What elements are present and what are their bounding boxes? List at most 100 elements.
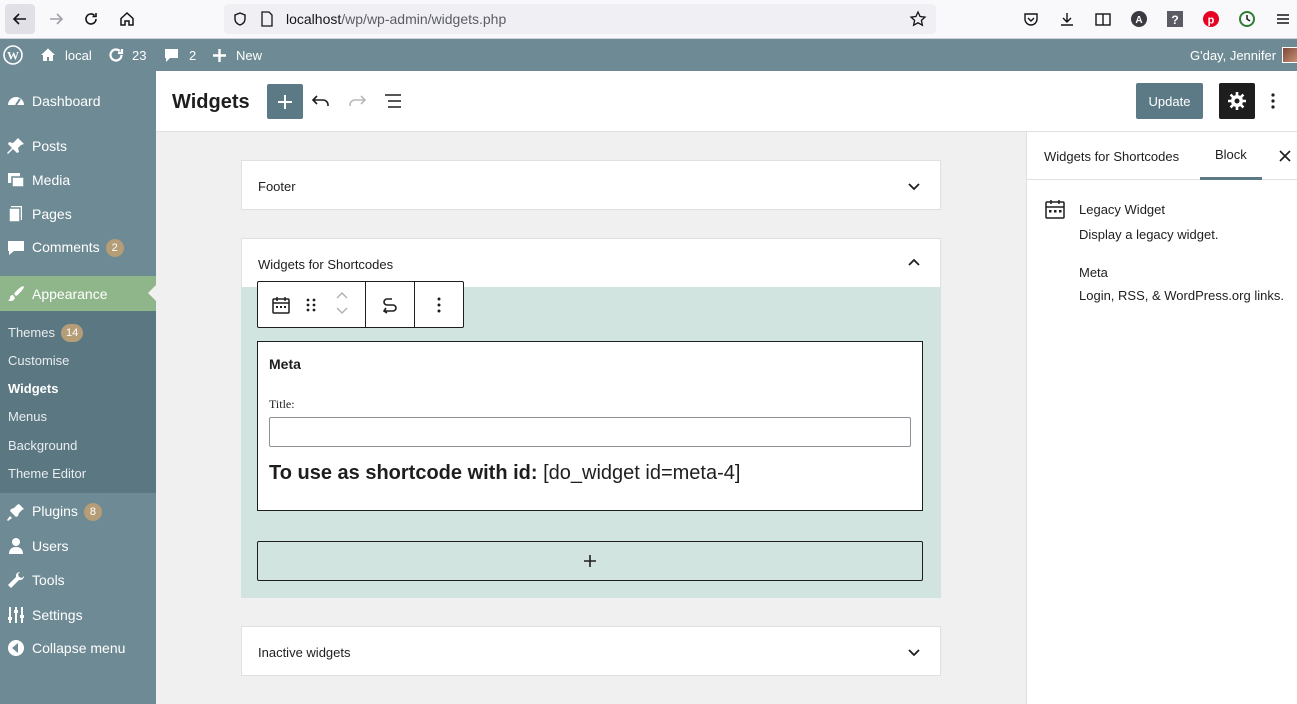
- move-up-button[interactable]: [330, 287, 354, 303]
- plugins-count-badge: 8: [83, 503, 102, 521]
- tab-widget-area[interactable]: Widgets for Shortcodes: [1044, 132, 1179, 180]
- block-options-button[interactable]: [427, 293, 451, 317]
- vertical-ellipsis-icon: [437, 297, 441, 313]
- widget-area-inactive[interactable]: Inactive widgets: [241, 626, 941, 676]
- add-block-button[interactable]: [257, 541, 923, 581]
- reload-button[interactable]: [76, 4, 106, 34]
- add-block-toggle-button[interactable]: [267, 84, 303, 119]
- sidebar-item-settings[interactable]: Settings: [0, 598, 156, 632]
- sidebar-item-plugins[interactable]: Plugins 8: [0, 495, 156, 529]
- chevron-down-icon[interactable]: [906, 644, 922, 660]
- pin-icon: [6, 136, 26, 156]
- reader-view-icon[interactable]: [1092, 8, 1114, 30]
- address-bar[interactable]: localhost/wp/wp-admin/widgets.php: [224, 4, 936, 34]
- comment-icon: [6, 238, 26, 258]
- submenu-item-theme-editor[interactable]: Theme Editor: [8, 466, 86, 481]
- list-view-icon: [385, 94, 401, 108]
- collapse-icon: [6, 638, 26, 658]
- back-button[interactable]: [5, 4, 35, 34]
- page-title: Widgets: [172, 91, 250, 113]
- arrow-right-icon: [50, 13, 64, 25]
- dashboard-icon: [6, 91, 26, 111]
- widget-area-footer[interactable]: Footer: [241, 160, 941, 210]
- url-text: localhost/wp/wp-admin/widgets.php: [286, 11, 507, 27]
- sidebar-item-appearance[interactable]: Appearance: [0, 276, 156, 312]
- svg-text:?: ?: [1171, 13, 1178, 27]
- move-down-button[interactable]: [330, 303, 354, 319]
- submenu-item-background[interactable]: Background: [8, 438, 77, 453]
- sidebar-item-users[interactable]: Users: [0, 529, 156, 563]
- sidebar-item-comments[interactable]: Comments 2: [0, 231, 156, 265]
- home-button[interactable]: [112, 4, 142, 34]
- close-icon[interactable]: [1277, 148, 1293, 164]
- home-icon: [120, 11, 134, 26]
- widget-canvas: Footer Widgets for Shortcodes Meta Title…: [156, 132, 1026, 704]
- history-extension-icon[interactable]: [1236, 8, 1258, 30]
- updates-link[interactable]: 23: [107, 39, 146, 71]
- chevron-up-icon: [336, 292, 348, 299]
- submenu-item-widgets[interactable]: Widgets: [8, 381, 58, 396]
- download-icon[interactable]: [1056, 8, 1078, 30]
- panel-tabs: Widgets for Shortcodes Block: [1027, 132, 1297, 180]
- sidebar-collapse-button[interactable]: Collapse menu: [0, 631, 156, 665]
- redo-icon: [349, 95, 367, 106]
- appearance-submenu: Themes 14 Customise Widgets Menus Backgro…: [0, 311, 156, 493]
- tab-block[interactable]: Block: [1200, 132, 1262, 180]
- legacy-widget-block[interactable]: Meta Title: To use as shortcode with id:…: [257, 341, 923, 511]
- toolbar-divider: [414, 282, 415, 327]
- help-icon[interactable]: ?: [1164, 8, 1186, 30]
- plus-icon: [584, 555, 596, 567]
- browser-toolbar: localhost/wp/wp-admin/widgets.php A ? p: [0, 0, 1297, 39]
- hamburger-menu-icon[interactable]: [1272, 8, 1294, 30]
- account-menu[interactable]: G'day, Jennifer: [1190, 39, 1297, 71]
- bookmark-star-icon[interactable]: [909, 10, 927, 28]
- updates-icon: [109, 48, 124, 62]
- comment-icon: [165, 48, 178, 62]
- comments-link[interactable]: 2: [163, 39, 196, 71]
- home-icon: [41, 48, 55, 61]
- settings-toggle-button[interactable]: [1219, 83, 1255, 119]
- update-button[interactable]: Update: [1136, 83, 1203, 119]
- transform-button[interactable]: [378, 293, 402, 317]
- comments-count-badge: 2: [105, 239, 124, 257]
- sidebar-item-tools[interactable]: Tools: [0, 563, 156, 597]
- shield-icon: [234, 12, 246, 26]
- sidebar-item-posts[interactable]: Posts: [0, 129, 156, 163]
- sidebar-item-media[interactable]: Media: [0, 163, 156, 197]
- widget-title-input[interactable]: [269, 417, 911, 447]
- gear-icon: [1228, 92, 1246, 110]
- site-name-link[interactable]: local: [39, 39, 92, 71]
- forward-button[interactable]: [41, 4, 71, 34]
- undo-button[interactable]: [309, 89, 333, 113]
- list-view-button[interactable]: [381, 89, 405, 113]
- plus-icon: [213, 48, 226, 62]
- widget-area-shortcodes[interactable]: Widgets for Shortcodes Meta Title: To us…: [241, 238, 941, 598]
- more-options-button[interactable]: [1261, 89, 1285, 113]
- submenu-item-themes[interactable]: Themes 14: [8, 324, 84, 342]
- submenu-item-customise[interactable]: Customise: [8, 353, 69, 368]
- account-icon[interactable]: A: [1128, 8, 1150, 30]
- redo-button[interactable]: [345, 89, 369, 113]
- transform-icon: [382, 298, 397, 314]
- chevron-down-icon[interactable]: [906, 178, 922, 194]
- submenu-item-menus[interactable]: Menus: [8, 409, 47, 424]
- svg-text:p: p: [1208, 15, 1215, 27]
- pocket-icon[interactable]: [1020, 8, 1042, 30]
- wordpress-logo-icon[interactable]: W: [3, 39, 23, 71]
- drag-handle-icon[interactable]: [299, 293, 323, 317]
- calendar-icon[interactable]: [269, 293, 293, 317]
- admin-sidebar: Dashboard Posts Media Pages Comments 2 Ap…: [0, 71, 156, 704]
- vertical-ellipsis-icon: [1271, 93, 1275, 109]
- chevron-up-icon[interactable]: [906, 255, 922, 271]
- new-content-link[interactable]: New: [212, 39, 262, 71]
- widget-area-title: Footer: [258, 179, 296, 194]
- undo-icon: [311, 95, 329, 106]
- pinterest-icon[interactable]: p: [1200, 8, 1222, 30]
- svg-text:W: W: [7, 49, 19, 63]
- widget-area-title: Inactive widgets: [258, 645, 351, 660]
- sidebar-item-dashboard[interactable]: Dashboard: [0, 84, 156, 118]
- user-icon: [6, 536, 26, 556]
- block-description: Display a legacy widget.: [1079, 227, 1219, 242]
- settings-icon: [6, 605, 26, 625]
- sidebar-item-pages[interactable]: Pages: [0, 197, 156, 231]
